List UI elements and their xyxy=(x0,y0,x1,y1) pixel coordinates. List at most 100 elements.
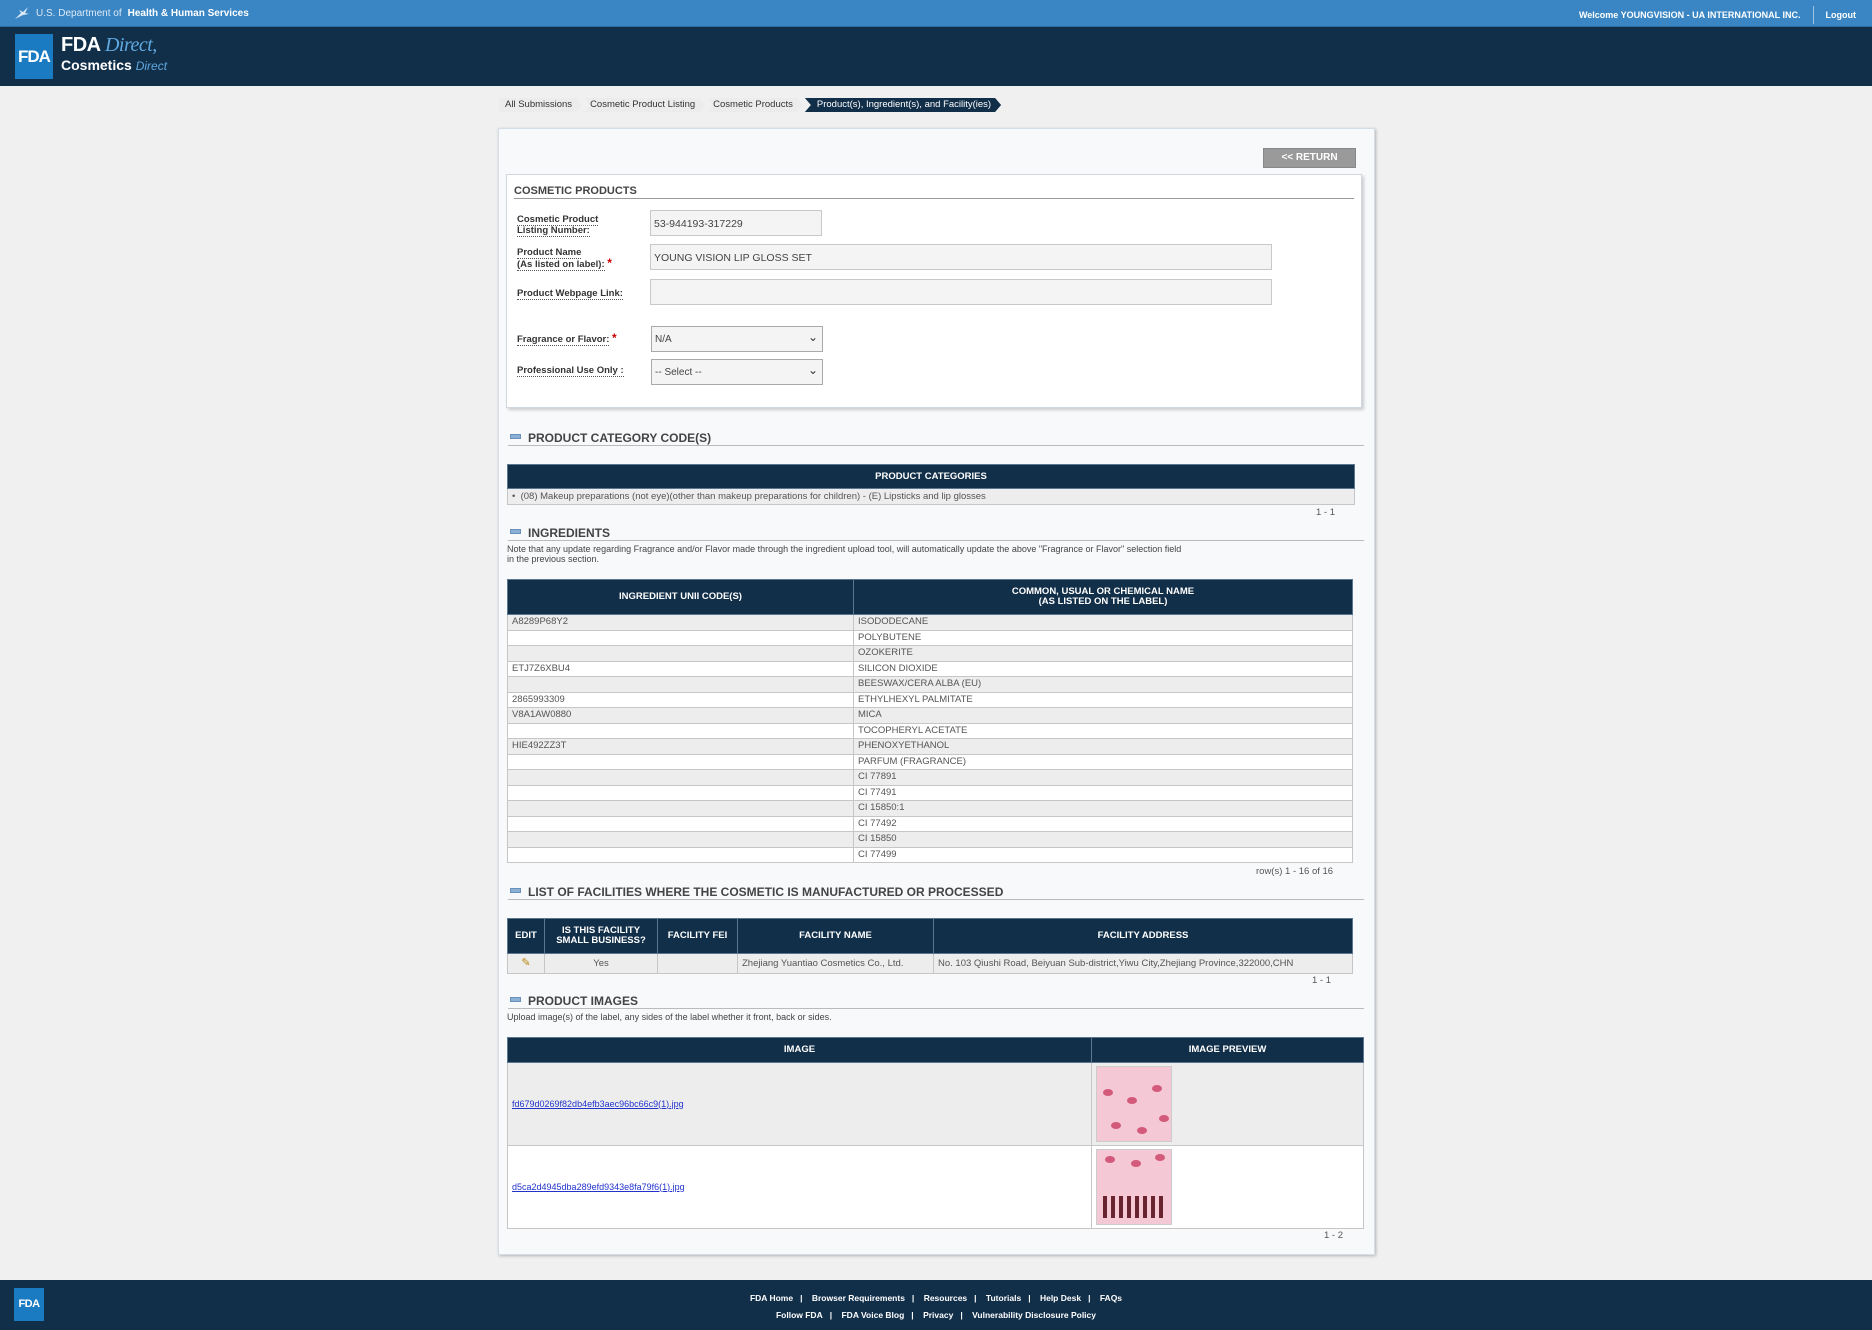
app-title-fda: FDA xyxy=(61,34,100,56)
unii-code-cell xyxy=(507,676,854,693)
footer-link-vulnerability-disclosure[interactable]: Vulnerability Disclosure Policy xyxy=(972,1310,1096,1320)
ingredients-table: INGREDIENT UNII CODE(S) COMMON, USUAL OR… xyxy=(507,579,1353,863)
ingredients-note-line-2: in the previous section. xyxy=(507,554,600,564)
images-section-header: PRODUCT IMAGES xyxy=(508,993,1364,1009)
ingredients-section-header: INGREDIENTS xyxy=(508,525,1364,541)
unii-code-cell: 2865993309 xyxy=(507,691,854,708)
chemical-name-cell: ISODODECANE xyxy=(853,614,1353,631)
chemical-name-cell: BEESWAX/CERA ALBA (EU) xyxy=(853,676,1353,693)
image-file-cell: fd679d0269f82db4efb3aec96bc66c9(1).jpg xyxy=(507,1062,1092,1146)
fda-logo[interactable]: FDA xyxy=(15,34,53,79)
edit-cell: ✎ xyxy=(507,953,545,974)
ingredients-note: Note that any update regarding Fragrance… xyxy=(507,544,1181,564)
return-button[interactable]: << RETURN xyxy=(1263,148,1356,168)
logout-link[interactable]: Logout xyxy=(1826,10,1857,20)
small-business-cell: Yes xyxy=(544,953,658,974)
edit-column-header: EDIT xyxy=(507,918,545,954)
images-note: Upload image(s) of the label, any sides … xyxy=(507,1012,832,1022)
image-file-link[interactable]: d5ca2d4945dba289efd9343e8fa79f6(1).jpg xyxy=(512,1182,685,1192)
footer-link-help-desk[interactable]: Help Desk xyxy=(1040,1293,1081,1303)
chemical-name-cell: CI 77891 xyxy=(853,769,1353,786)
hhs-branding[interactable]: U.S. Department of Health & Human Servic… xyxy=(14,6,249,20)
image-preview-cell xyxy=(1091,1062,1364,1146)
footer-link-voice-blog[interactable]: FDA Voice Blog xyxy=(841,1310,904,1320)
facility-address-cell: No. 103 Qiushi Road, Beiyuan Sub-distric… xyxy=(933,953,1353,974)
facility-name-cell: Zhejiang Yuantiao Cosmetics Co., Ltd. xyxy=(737,953,934,974)
product-image-preview-2[interactable] xyxy=(1096,1149,1172,1225)
webpage-link-field[interactable] xyxy=(650,279,1272,305)
cosmetic-products-box: COSMETIC PRODUCTS Cosmetic Product Listi… xyxy=(506,174,1362,408)
footer-link-privacy[interactable]: Privacy xyxy=(923,1310,953,1320)
app-title-cosmetics: Cosmetics xyxy=(61,57,132,73)
table-row: A8289P68Y2 ISODODECANE xyxy=(507,614,1353,631)
required-marker: * xyxy=(612,331,617,345)
unii-code-cell xyxy=(507,629,854,646)
images-pager: 1 - 2 xyxy=(1324,1230,1344,1241)
listing-number-field[interactable]: 53-944193-317229 xyxy=(650,210,822,236)
chemical-name-cell: PARFUM (FRAGRANCE) xyxy=(853,753,1353,770)
unii-code-cell xyxy=(507,815,854,832)
chevron-down-icon: ⌄ xyxy=(807,363,818,377)
table-row: PARFUM (FRAGRANCE) xyxy=(507,753,1353,770)
collapse-toggle-icon[interactable] xyxy=(510,529,521,534)
product-name-label: Product Name (As listed on label): * xyxy=(517,247,612,271)
facilities-table: EDIT IS THIS FACILITY SMALL BUSINESS? FAC… xyxy=(507,918,1353,974)
category-table: PRODUCT CATEGORIES • (08) Makeup prepara… xyxy=(507,464,1355,505)
edit-pencil-icon[interactable]: ✎ xyxy=(521,957,530,969)
image-preview-cell xyxy=(1091,1145,1364,1229)
table-row: • (08) Makeup preparations (not eye)(oth… xyxy=(507,488,1355,505)
table-row: d5ca2d4945dba289efd9343e8fa79f6(1).jpg xyxy=(507,1145,1364,1229)
facility-address-column-header: FACILITY ADDRESS xyxy=(933,918,1353,954)
collapse-toggle-icon[interactable] xyxy=(510,997,521,1002)
chevron-down-icon: ⌄ xyxy=(807,330,818,344)
footer-link-browser-requirements[interactable]: Browser Requirements xyxy=(812,1293,905,1303)
footer-link-follow-fda[interactable]: Follow FDA xyxy=(776,1310,823,1320)
facilities-section-title: LIST OF FACILITIES WHERE THE COSMETIC IS… xyxy=(528,885,1004,899)
welcome-text: Welcome YOUNGVISION - UA INTERNATIONAL I… xyxy=(1578,10,1801,20)
image-file-cell: d5ca2d4945dba289efd9343e8fa79f6(1).jpg xyxy=(507,1145,1092,1229)
chemical-name-cell: PHENOXYETHANOL xyxy=(853,738,1353,755)
ingredients-pager: row(s) 1 - 16 of 16 xyxy=(1256,866,1334,877)
breadcrumb-current: Product(s), Ingredient(s), and Facility(… xyxy=(805,98,1001,112)
breadcrumb-product-listing[interactable]: Cosmetic Product Listing xyxy=(584,98,705,112)
footer-link-fda-home[interactable]: FDA Home xyxy=(750,1293,793,1303)
image-file-link[interactable]: fd679d0269f82db4efb3aec96bc66c9(1).jpg xyxy=(512,1099,684,1109)
breadcrumb: All Submissions Cosmetic Product Listing… xyxy=(499,98,1003,112)
fragrance-label: Fragrance or Flavor: * xyxy=(517,331,617,346)
table-row: TOCOPHERYL ACETATE xyxy=(507,722,1353,739)
unii-code-cell xyxy=(507,831,854,848)
table-row: CI 77491 xyxy=(507,784,1353,801)
unii-code-cell xyxy=(507,846,854,863)
table-row: CI 77499 xyxy=(507,846,1353,863)
app-title[interactable]: FDA Direct, Cosmetics Direct xyxy=(61,34,167,73)
footer-link-resources[interactable]: Resources xyxy=(924,1293,967,1303)
table-row: CI 77492 xyxy=(507,815,1353,832)
fragrance-select[interactable]: N/A ⌄ xyxy=(651,326,823,352)
facility-name-column-header: FACILITY NAME xyxy=(737,918,934,954)
professional-use-select[interactable]: -- Select -- ⌄ xyxy=(651,359,823,385)
footer-link-tutorials[interactable]: Tutorials xyxy=(986,1293,1021,1303)
breadcrumb-all-submissions[interactable]: All Submissions xyxy=(499,98,582,112)
product-image-preview-1[interactable] xyxy=(1096,1066,1172,1142)
chemical-name-cell: TOCOPHERYL ACETATE xyxy=(853,722,1353,739)
collapse-toggle-icon[interactable] xyxy=(510,888,521,893)
professional-use-label: Professional Use Only : xyxy=(517,365,624,377)
product-name-field[interactable]: YOUNG VISION LIP GLOSS SET xyxy=(650,244,1272,270)
unii-code-cell xyxy=(507,769,854,786)
ingredients-table-body: A8289P68Y2 ISODODECANE POLYBUTENE OZOKERITE… xyxy=(507,614,1353,863)
unii-code-cell xyxy=(507,800,854,817)
fei-cell xyxy=(657,953,738,974)
chemical-name-cell: MICA xyxy=(853,707,1353,724)
table-row: BEESWAX/CERA ALBA (EU) xyxy=(507,676,1353,693)
listing-number-label: Cosmetic Product Listing Number: xyxy=(517,214,599,237)
footer-link-faqs[interactable]: FAQs xyxy=(1100,1293,1122,1303)
category-pager: 1 - 1 xyxy=(1316,507,1336,518)
breadcrumb-cosmetic-products[interactable]: Cosmetic Products xyxy=(707,98,803,112)
app-title-direct: Direct, xyxy=(104,34,157,56)
collapse-toggle-icon[interactable] xyxy=(510,434,521,439)
category-section-title: PRODUCT CATEGORY CODE(S) xyxy=(528,431,712,445)
table-row: CI 77891 xyxy=(507,769,1353,786)
unii-code-cell: A8289P68Y2 xyxy=(507,614,854,631)
fragrance-select-value: N/A xyxy=(655,334,672,345)
category-item: (08) Makeup preparations (not eye)(other… xyxy=(520,490,986,502)
